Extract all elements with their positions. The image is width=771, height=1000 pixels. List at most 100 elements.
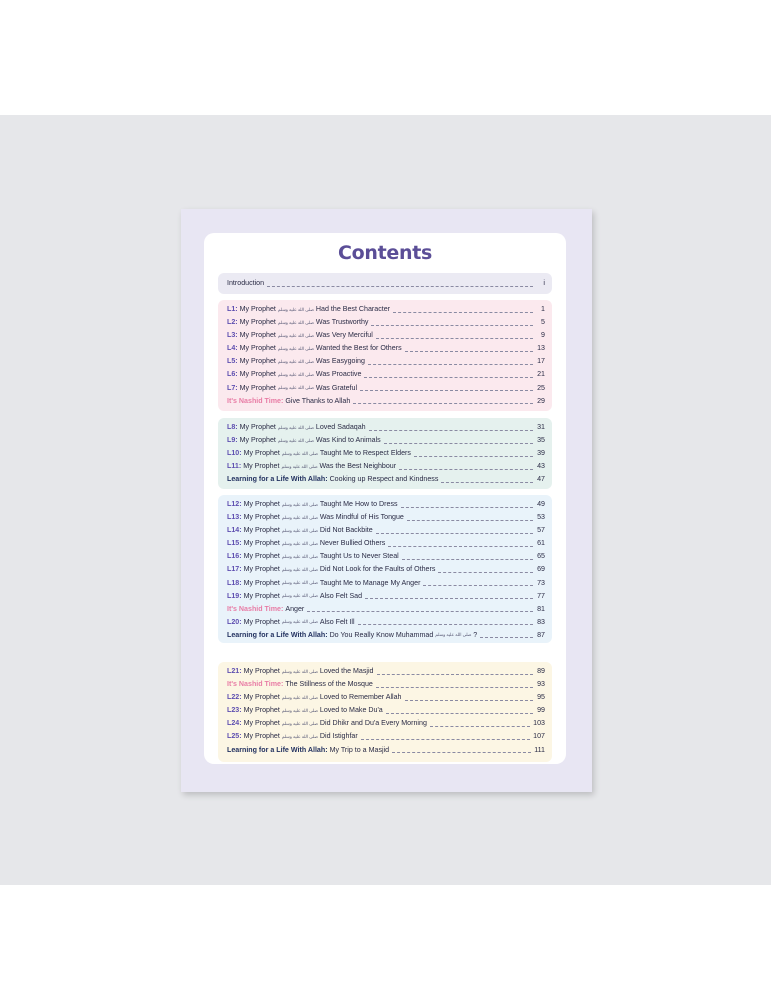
toc-entry[interactable]: L20: My Prophet صلى الله عليه وسلم Also Fe… <box>227 616 545 629</box>
toc-entry[interactable]: L14: My Prophet صلى الله عليه وسلم Did Not… <box>227 524 545 537</box>
entry-label: L20: <box>227 617 242 626</box>
toc-section-intro: Introduction i <box>218 273 552 294</box>
toc-entry[interactable]: L16: My Prophet صلى الله عليه وسلم Taught … <box>227 550 545 563</box>
page-number: 39 <box>537 449 545 458</box>
dot-leader <box>360 738 531 741</box>
dot-leader <box>365 597 533 600</box>
dot-leader <box>413 455 533 457</box>
honorific-glyph: صلى الله عليه وسلم <box>281 566 318 572</box>
entry-title: My Prophet <box>243 539 280 548</box>
entry-title: Was Very Merciful <box>315 331 373 340</box>
toc-entry[interactable]: L24: My Prophet صلى الله عليه وسلم Did Dhi… <box>227 717 545 730</box>
entry-title: The Stillness of the Mosque <box>285 680 373 689</box>
entry-title: My Prophet <box>239 383 276 392</box>
dot-leader <box>404 350 533 352</box>
page-number: 29 <box>537 396 545 405</box>
entry-label: L15: <box>227 539 242 548</box>
entry-title: Introduction <box>227 279 265 287</box>
toc-entry[interactable]: Learning for a Life With Allah: My Trip … <box>227 744 545 757</box>
toc-entry[interactable]: L2: My Prophet صلى الله عليه وسلم Was Trus… <box>227 316 545 329</box>
honorific-glyph: صلى الله عليه وسلم <box>435 632 472 638</box>
honorific-glyph: صلى الله عليه وسلم <box>281 450 318 456</box>
honorific-glyph: صلى الله عليه وسلم <box>277 319 314 325</box>
entry-label: L7: <box>227 383 238 392</box>
entry-title: Loved Sadaqah <box>315 423 366 431</box>
toc-entry[interactable]: It's Nashid Time: Give Thanks to Allah 29 <box>227 395 545 408</box>
entry-title: Was Easygoing <box>315 357 365 366</box>
dot-leader <box>441 481 533 483</box>
page-number: 1 <box>541 305 545 313</box>
honorific-glyph: صلى الله عليه وسلم <box>277 437 314 443</box>
toc-entry[interactable]: L19: My Prophet صلى الله عليه وسلم Also Fe… <box>227 590 545 603</box>
toc-entry[interactable]: L25: My Prophet صلى الله عليه وسلم Did Ist… <box>227 730 545 743</box>
entry-title: My Prophet <box>243 719 280 728</box>
entry-title: My Prophet <box>243 513 280 522</box>
toc-entry[interactable]: L5: My Prophet صلى الله عليه وسلم Was Easy… <box>227 355 545 368</box>
page-number: 21 <box>537 370 545 379</box>
dot-leader <box>385 712 533 714</box>
honorific-glyph: صلى الله عليه وسلم <box>281 593 318 599</box>
toc-entry[interactable]: It's Nashid Time: The Stillness of the M… <box>227 678 545 691</box>
honorific-glyph: صلى الله عليه وسلم <box>281 540 318 546</box>
honorific-glyph: صلى الله عليه وسلم <box>277 424 314 430</box>
entry-label: L4: <box>227 344 238 353</box>
toc-entry[interactable]: It's Nashid Time: Anger 81 <box>227 603 545 616</box>
dot-leader <box>392 751 532 754</box>
entry-label: It's Nashid Time: <box>227 680 284 689</box>
entry-title: My Prophet <box>243 552 280 561</box>
page-number: 69 <box>537 565 545 574</box>
toc-entry[interactable]: L21: My Prophet صلى الله عليه وسلم Loved t… <box>227 665 545 678</box>
toc-entry[interactable]: Learning for a Life With Allah: Do You R… <box>227 629 545 642</box>
toc-entry[interactable]: L11: My Prophet صلى الله عليه وسلم Was the… <box>227 460 545 473</box>
toc-entry[interactable]: L12: My Prophet صلى الله عليه وسلم Taught … <box>227 498 545 511</box>
entry-title: My Prophet <box>243 732 280 741</box>
entry-title: Did Dhikr and Du'a Every Morning <box>319 719 427 728</box>
honorific-glyph: صلى الله عليه وسلم <box>281 527 318 533</box>
entry-title: Did Not Look for the Faults of Others <box>319 565 436 574</box>
entry-title: Taught Me How to Dress <box>319 500 398 508</box>
toc-entry[interactable]: L10: My Prophet صلى الله عليه وسلم Taught … <box>227 447 545 460</box>
entry-title: My Prophet <box>243 449 280 458</box>
dot-leader <box>399 468 533 470</box>
toc-entry[interactable]: L6: My Prophet صلى الله عليه وسلم Was Proa… <box>227 368 545 381</box>
page-number: 73 <box>537 578 545 587</box>
honorific-glyph: صلى الله عليه وسلم <box>281 707 318 713</box>
dot-leader <box>438 571 533 574</box>
page-number: 17 <box>537 357 545 366</box>
toc-entry[interactable]: L4: My Prophet صلى الله عليه وسلم Wanted t… <box>227 342 545 355</box>
toc-entry[interactable]: L1: My Prophet صلى الله عليه وسلم Had the … <box>227 303 545 316</box>
toc-entry[interactable]: L8: My Prophet صلى الله عليه وسلم Loved Sa… <box>227 421 545 434</box>
entry-label: L18: <box>227 578 242 587</box>
honorific-glyph: صلى الله عليه وسلم <box>281 733 318 739</box>
toc-entry[interactable]: L23: My Prophet صلى الله عليه وسلم Loved t… <box>227 704 545 717</box>
dot-leader <box>388 545 533 547</box>
entry-title: Do You Really Know Muhammad <box>329 630 434 639</box>
dot-leader <box>401 558 533 560</box>
entry-title: My Prophet <box>243 565 280 574</box>
toc-entry[interactable]: Introduction i <box>227 277 545 290</box>
page-number: 49 <box>537 500 545 508</box>
contents-page: Contents Introduction i L1: My Prophet صلى … <box>204 233 566 764</box>
dot-leader <box>307 610 533 613</box>
toc-entry[interactable]: L18: My Prophet صلى الله عليه وسلم Taught … <box>227 577 545 590</box>
toc-entry[interactable]: L22: My Prophet صلى الله عليه وسلم Loved t… <box>227 691 545 704</box>
entry-title: Was Mindful of His Tongue <box>319 513 404 522</box>
entry-label: Learning for a Life With Allah: <box>227 475 328 484</box>
dot-leader <box>367 363 533 365</box>
entry-title: My Prophet <box>239 370 276 379</box>
toc-entry[interactable]: Learning for a Life With Allah: Cooking … <box>227 473 545 486</box>
toc-entry[interactable]: L9: My Prophet صلى الله عليه وسلم Was Kind… <box>227 434 545 447</box>
honorific-glyph: صلى الله عليه وسلم <box>281 694 318 700</box>
toc-entry[interactable]: L3: My Prophet صلى الله عليه وسلم Was Very… <box>227 329 545 342</box>
honorific-glyph: صلى الله عليه وسلم <box>281 720 318 726</box>
toc-entry[interactable]: L17: My Prophet صلى الله عليه وسلم Did Not… <box>227 563 545 576</box>
entry-title: Was Kind to Animals <box>315 436 381 445</box>
toc-entry[interactable]: L13: My Prophet صلى الله عليه وسلم Was Min… <box>227 511 545 524</box>
honorific-glyph: صلى الله عليه وسلم <box>281 619 318 625</box>
toc-entry[interactable]: L15: My Prophet صلى الله عليه وسلم Never B… <box>227 537 545 550</box>
entry-label: L19: <box>227 591 242 600</box>
entry-title: My Prophet <box>239 423 276 431</box>
entry-title: My Prophet <box>243 578 280 587</box>
toc-entry[interactable]: L7: My Prophet صلى الله عليه وسلم Was Grat… <box>227 382 545 395</box>
page-number: 5 <box>541 318 545 327</box>
